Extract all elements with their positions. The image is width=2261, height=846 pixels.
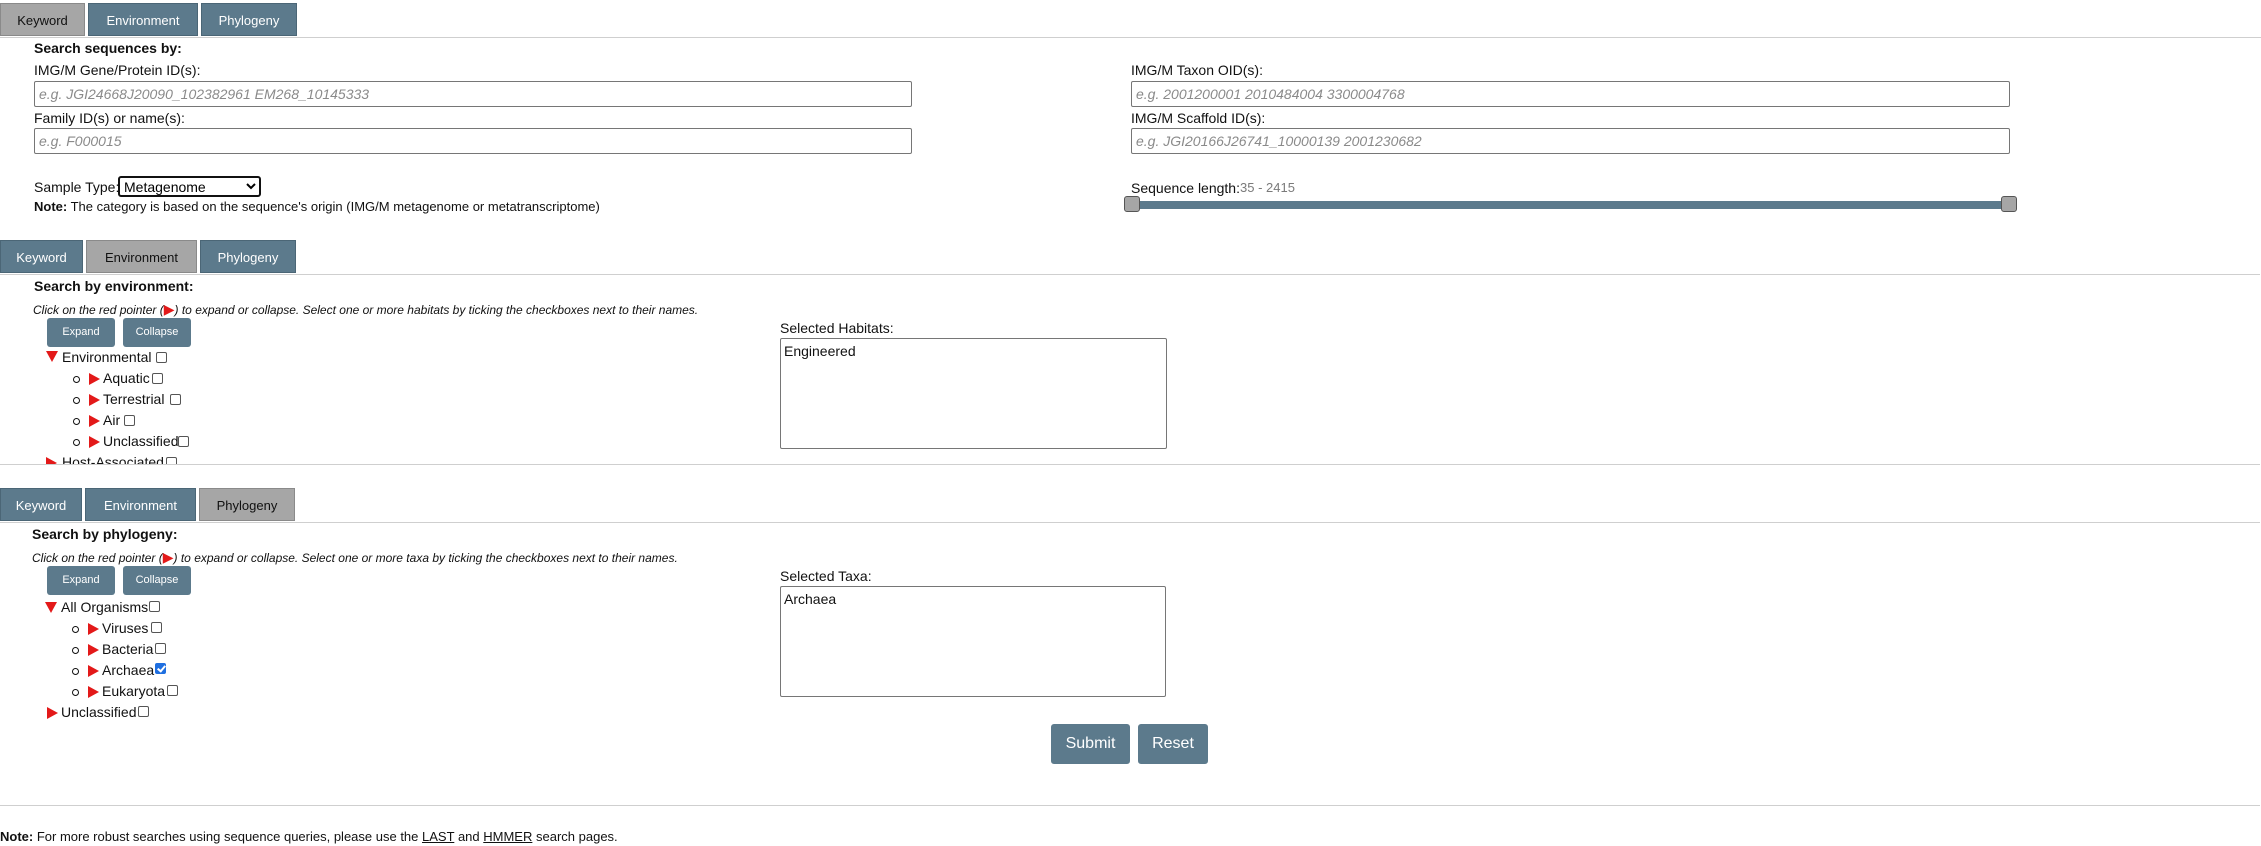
footer-note: Note: For more robust searches using seq… — [0, 829, 618, 844]
expand-pointer-icon[interactable] — [88, 623, 99, 635]
note-bold: Note: — [34, 199, 68, 214]
tab-keyword[interactable]: Keyword — [0, 3, 85, 36]
sequence-length-slider[interactable] — [1132, 201, 2014, 209]
tree-root-environmental: Environmental — [62, 349, 152, 365]
family-id-input[interactable] — [34, 128, 912, 154]
sequence-length-label: Sequence length: — [1131, 180, 1240, 196]
collapse-pointer-icon[interactable] — [46, 351, 58, 362]
tree-item-viruses: Viruses — [102, 620, 149, 636]
checkbox-environmental[interactable] — [156, 352, 167, 363]
expand-pointer-icon[interactable] — [88, 644, 99, 656]
checkbox-viruses[interactable] — [151, 622, 162, 633]
phylogeny-title: Search by phylogeny: — [32, 526, 178, 542]
footer-note-bold: Note: — [0, 829, 34, 844]
expand-pointer-icon[interactable] — [89, 415, 100, 427]
checkbox-archaea[interactable] — [155, 663, 166, 674]
pointer-icon: ▶ — [162, 549, 174, 565]
gene-id-input[interactable] — [34, 81, 912, 107]
tab-phylogeny[interactable]: Phylogeny — [199, 488, 295, 521]
checkbox-terrestrial[interactable] — [170, 394, 181, 405]
bullet-icon — [72, 689, 79, 696]
tree-item-bacteria: Bacteria — [102, 641, 154, 657]
pointer-icon: ▶ — [163, 301, 175, 317]
sample-type-label: Sample Type: — [34, 179, 120, 195]
checkbox-unclassified[interactable] — [178, 436, 189, 447]
tab-environment[interactable]: Environment — [85, 488, 196, 521]
tab-keyword[interactable]: Keyword — [0, 488, 82, 521]
selected-habitats-label: Selected Habitats: — [780, 320, 894, 336]
sample-type-note: Note: The category is based on the seque… — [34, 199, 600, 214]
hint-post: ) to expand or collapse. Select one or m… — [174, 303, 699, 317]
hmmer-link[interactable]: HMMER — [483, 829, 532, 844]
note-text: The category is based on the sequence's … — [70, 199, 600, 214]
keyword-title: Search sequences by: — [34, 40, 182, 56]
checkbox-all-organisms[interactable] — [149, 601, 160, 612]
expand-pointer-icon[interactable] — [46, 457, 57, 464]
expand-pointer-icon[interactable] — [89, 373, 100, 385]
scaffold-id-input[interactable] — [1131, 128, 2010, 154]
selected-habitats-box[interactable]: Engineered — [780, 338, 1167, 449]
collapse-button[interactable]: Collapse — [123, 566, 191, 595]
tab-environment[interactable]: Environment — [86, 240, 197, 273]
hint-post: ) to expand or collapse. Select one or m… — [173, 551, 678, 565]
checkbox-eukaryota[interactable] — [167, 685, 178, 696]
collapse-pointer-icon[interactable] — [45, 602, 57, 613]
checkbox-air[interactable] — [124, 415, 135, 426]
sample-type-select[interactable]: Metagenome — [118, 176, 261, 197]
submit-button[interactable]: Submit — [1051, 724, 1130, 764]
tree-item-unclassified: Unclassified — [103, 433, 179, 449]
tree-item-terrestrial: Terrestrial — [103, 391, 165, 407]
reset-button[interactable]: Reset — [1138, 724, 1208, 764]
hint-pre: Click on the red pointer ( — [32, 551, 163, 565]
tree-root-all-organisms: All Organisms — [61, 599, 149, 615]
bullet-icon — [73, 439, 80, 446]
checkbox-host-associated[interactable] — [166, 457, 177, 464]
bullet-icon — [72, 668, 79, 675]
expand-pointer-icon[interactable] — [88, 686, 99, 698]
tree-item-archaea: Archaea — [102, 662, 155, 678]
tree-item-air: Air — [103, 412, 121, 428]
environment-title: Search by environment: — [34, 278, 194, 294]
gene-id-label: IMG/M Gene/Protein ID(s): — [34, 62, 201, 78]
checkbox-bacteria[interactable] — [155, 643, 166, 654]
expand-pointer-icon[interactable] — [47, 707, 58, 719]
scaffold-id-label: IMG/M Scaffold ID(s): — [1131, 110, 1266, 126]
tree-item-aquatic: Aquatic — [103, 370, 150, 386]
tab-environment[interactable]: Environment — [88, 3, 198, 36]
last-link[interactable]: LAST — [422, 829, 454, 844]
bullet-icon — [72, 626, 79, 633]
family-id-label: Family ID(s) or name(s): — [34, 110, 185, 126]
tab-phylogeny[interactable]: Phylogeny — [200, 240, 296, 273]
checkbox-unclassified[interactable] — [138, 706, 149, 717]
expand-button[interactable]: Expand — [47, 566, 115, 595]
footer-text-pre: For more robust searches using sequence … — [36, 829, 419, 844]
expand-pointer-icon[interactable] — [88, 665, 99, 677]
bullet-icon — [73, 418, 80, 425]
sequence-length-value: 35 - 2415 — [1240, 180, 1295, 195]
expand-pointer-icon[interactable] — [89, 436, 100, 448]
phylogeny-hint: Click on the red pointer (▶) to expand o… — [32, 549, 678, 566]
tree-root-host-associated: Host-Associated — [62, 454, 164, 464]
expand-pointer-icon[interactable] — [89, 394, 100, 406]
bullet-icon — [73, 397, 80, 404]
panel-divider — [0, 37, 2261, 38]
tab-keyword[interactable]: Keyword — [0, 240, 83, 273]
taxon-oid-input[interactable] — [1131, 81, 2010, 107]
tree-item-eukaryota: Eukaryota — [102, 683, 166, 699]
checkbox-aquatic[interactable] — [152, 373, 163, 384]
bullet-icon — [73, 376, 80, 383]
tree-root-unclassified: Unclassified — [61, 704, 137, 720]
habitat-tree: Environmental Aquatic Terrestrial Air Un… — [0, 340, 760, 464]
tab-phylogeny[interactable]: Phylogeny — [201, 3, 297, 36]
environment-hint: Click on the red pointer (▶) to expand o… — [33, 301, 698, 318]
slider-max-handle[interactable] — [2001, 196, 2017, 212]
footer-text-post: search pages. — [536, 829, 618, 844]
slider-min-handle[interactable] — [1124, 196, 1140, 212]
selected-taxa-box[interactable]: Archaea — [780, 586, 1166, 697]
bullet-icon — [72, 647, 79, 654]
selected-taxa-label: Selected Taxa: — [780, 568, 872, 584]
taxon-oid-label: IMG/M Taxon OID(s): — [1131, 62, 1263, 78]
hint-pre: Click on the red pointer ( — [33, 303, 164, 317]
footer-and: and — [457, 829, 480, 844]
